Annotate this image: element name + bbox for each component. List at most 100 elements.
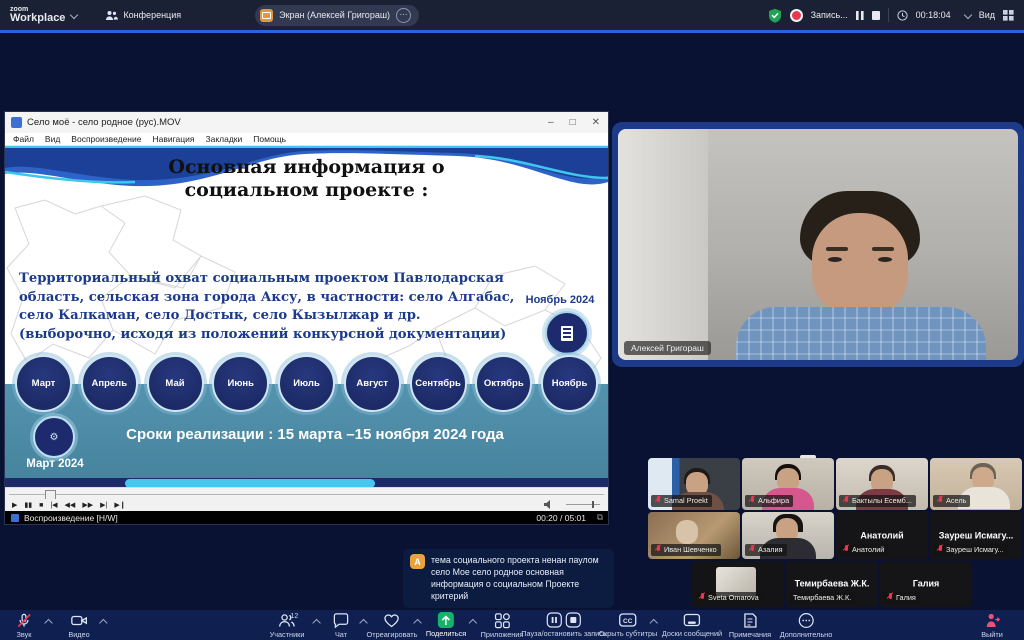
menu-view[interactable]: Вид [45, 134, 60, 144]
volume-icon[interactable] [544, 500, 554, 509]
pause-button[interactable]: ▮▮ [24, 501, 32, 509]
tab-screen-share[interactable]: Экран (Алексей Григораш) ⋯ [255, 5, 419, 26]
participants-button[interactable]: 12 Участники [270, 612, 305, 639]
share-button[interactable]: Поделиться [426, 612, 466, 638]
captions-options-caret[interactable] [649, 619, 657, 627]
notes-icon [742, 612, 758, 629]
skip-end-button[interactable]: ▶| [100, 501, 107, 509]
participant-tile[interactable]: Samal Proekt [648, 458, 740, 510]
apps-icon [493, 612, 510, 629]
stop-recording-icon[interactable] [872, 11, 880, 20]
menu-navigation[interactable]: Навигация [152, 134, 194, 144]
participant-tile[interactable]: Иван Шевченко [648, 512, 740, 559]
audio-options-caret[interactable] [44, 619, 52, 627]
window-title: Село моё - село родное (рус).MOV [27, 117, 181, 128]
frame-step-button[interactable]: ▶❙ [114, 501, 125, 509]
participant-name: Анатолий [852, 545, 884, 554]
slide-heading: Основная информация о социальном проекте… [5, 156, 608, 202]
participant-name: Галия [896, 593, 916, 602]
leave-button[interactable]: Выйти [981, 612, 1003, 639]
zoom-meeting-screen: zoom Workplace Конференция Экран (Алексе… [0, 0, 1024, 640]
tab-conference[interactable]: Конференция [105, 10, 181, 21]
participant-tile[interactable]: Бактылы Есемб... [836, 458, 928, 510]
notes-button[interactable]: Примечания [729, 612, 771, 639]
tab-options-icon[interactable]: ⋯ [396, 8, 411, 23]
stop-button[interactable]: ■ [39, 502, 43, 509]
participant-tile[interactable]: Асель [930, 458, 1022, 510]
pause-recording-icon[interactable] [856, 11, 864, 20]
november-2024-label: Ноябрь 2024 [517, 294, 603, 306]
close-button[interactable]: ✕ [592, 117, 600, 128]
rewind-button[interactable]: ◀◀ [65, 501, 76, 509]
participants-count: 12 [290, 613, 298, 620]
view-grid-icon[interactable] [1003, 10, 1014, 21]
recording-indicator-icon [790, 9, 803, 22]
participant-tile[interactable]: Галия Галия [880, 561, 972, 607]
more-button[interactable]: Дополнительно [780, 612, 833, 639]
player-menu-bar: Файл Вид Воспроизведение Навигация Закла… [5, 133, 608, 146]
march-2024-label: Март 2024 [13, 458, 97, 470]
participant-tile[interactable]: Азалия [742, 512, 834, 559]
live-caption-box: А тема социального проекта ненан паулом … [403, 549, 614, 608]
muted-mic-icon [937, 496, 943, 505]
meeting-timer: 00:18:04 [916, 10, 951, 20]
muted-mic-icon [655, 545, 661, 554]
participant-tile[interactable]: Темирбаева Ж.К. Темирбаева Ж.К. [786, 561, 878, 607]
security-shield-icon[interactable] [768, 8, 782, 23]
participant-name-centered: Зауреш Исмагу... [930, 530, 1022, 540]
active-speaker-video[interactable]: Алексей Григораш [618, 129, 1018, 360]
chat-button[interactable]: Чат [333, 612, 350, 639]
cc-icon: CC [619, 612, 637, 628]
pause-record-icon [546, 612, 562, 628]
minimize-button[interactable]: – [548, 117, 554, 128]
month-circle: Май [147, 355, 204, 412]
menu-playback[interactable]: Воспроизведение [71, 134, 141, 144]
video-button[interactable]: Видео [68, 612, 89, 639]
player-title-bar[interactable]: Село моё - село родное (рус).MOV – □ ✕ [5, 112, 608, 133]
captions-button[interactable]: CC Скрыть субтитры [599, 612, 658, 638]
whiteboard-icon [683, 612, 701, 628]
participant-name-centered: Анатолий [836, 530, 928, 540]
menu-bookmarks[interactable]: Закладки [205, 134, 242, 144]
participant-name: Sveta Omarova [708, 593, 759, 602]
video-options-caret[interactable] [99, 619, 107, 627]
november-milestone-icon [545, 311, 589, 355]
playback-status-icon [11, 514, 19, 522]
react-button[interactable]: Отреагировать [367, 612, 418, 639]
media-player-window: Село моё - село родное (рус).MOV – □ ✕ Ф… [5, 112, 608, 524]
volume-slider[interactable] [566, 504, 600, 505]
participant-name: Бактылы Есемб... [852, 496, 912, 505]
menu-file[interactable]: Файл [13, 134, 34, 144]
zoom-workplace-logo[interactable]: zoom Workplace [10, 6, 65, 24]
participant-tile[interactable]: Зауреш Исмагу... Зауреш Исмагу... [930, 512, 1022, 559]
apps-button[interactable]: Приложения [481, 612, 524, 639]
month-circle: Июнь [212, 355, 269, 412]
forward-button[interactable]: ▶▶ [82, 501, 93, 509]
window-accent-line [0, 30, 1024, 33]
slide-body-text: Территориальный охват социальным проекто… [19, 270, 526, 345]
seek-track [9, 494, 604, 495]
divider [888, 8, 889, 22]
participants-options-caret[interactable] [312, 619, 320, 627]
pause-stop-recording-button[interactable]: Пауза/остановить запись [521, 612, 606, 638]
audio-button[interactable]: Звук [16, 612, 33, 639]
participant-tile[interactable]: Альфира [742, 458, 834, 510]
top-bar: zoom Workplace Конференция Экран (Алексе… [0, 0, 1024, 30]
participant-tile[interactable]: Анатолий Анатолий [836, 512, 928, 559]
participant-tile[interactable]: Sveta Omarova [692, 561, 784, 607]
participant-name: Азалия [758, 545, 783, 554]
chevron-down-icon[interactable] [963, 11, 971, 19]
whiteboards-button[interactable]: Доски сообщений [662, 612, 722, 638]
play-button[interactable]: ▶ [12, 501, 17, 509]
muted-mic-icon [887, 593, 893, 602]
chevron-down-icon[interactable] [70, 11, 78, 19]
share-options-caret[interactable] [469, 619, 477, 627]
month-circle: Ноябрь [541, 355, 598, 412]
view-label[interactable]: Вид [979, 10, 995, 20]
menu-help[interactable]: Помощь [253, 134, 286, 144]
muted-mic-icon [937, 545, 943, 554]
maximize-button[interactable]: □ [570, 117, 576, 128]
heart-icon [383, 612, 401, 629]
react-options-caret[interactable] [413, 619, 421, 627]
skip-start-button[interactable]: |◀ [50, 501, 57, 509]
